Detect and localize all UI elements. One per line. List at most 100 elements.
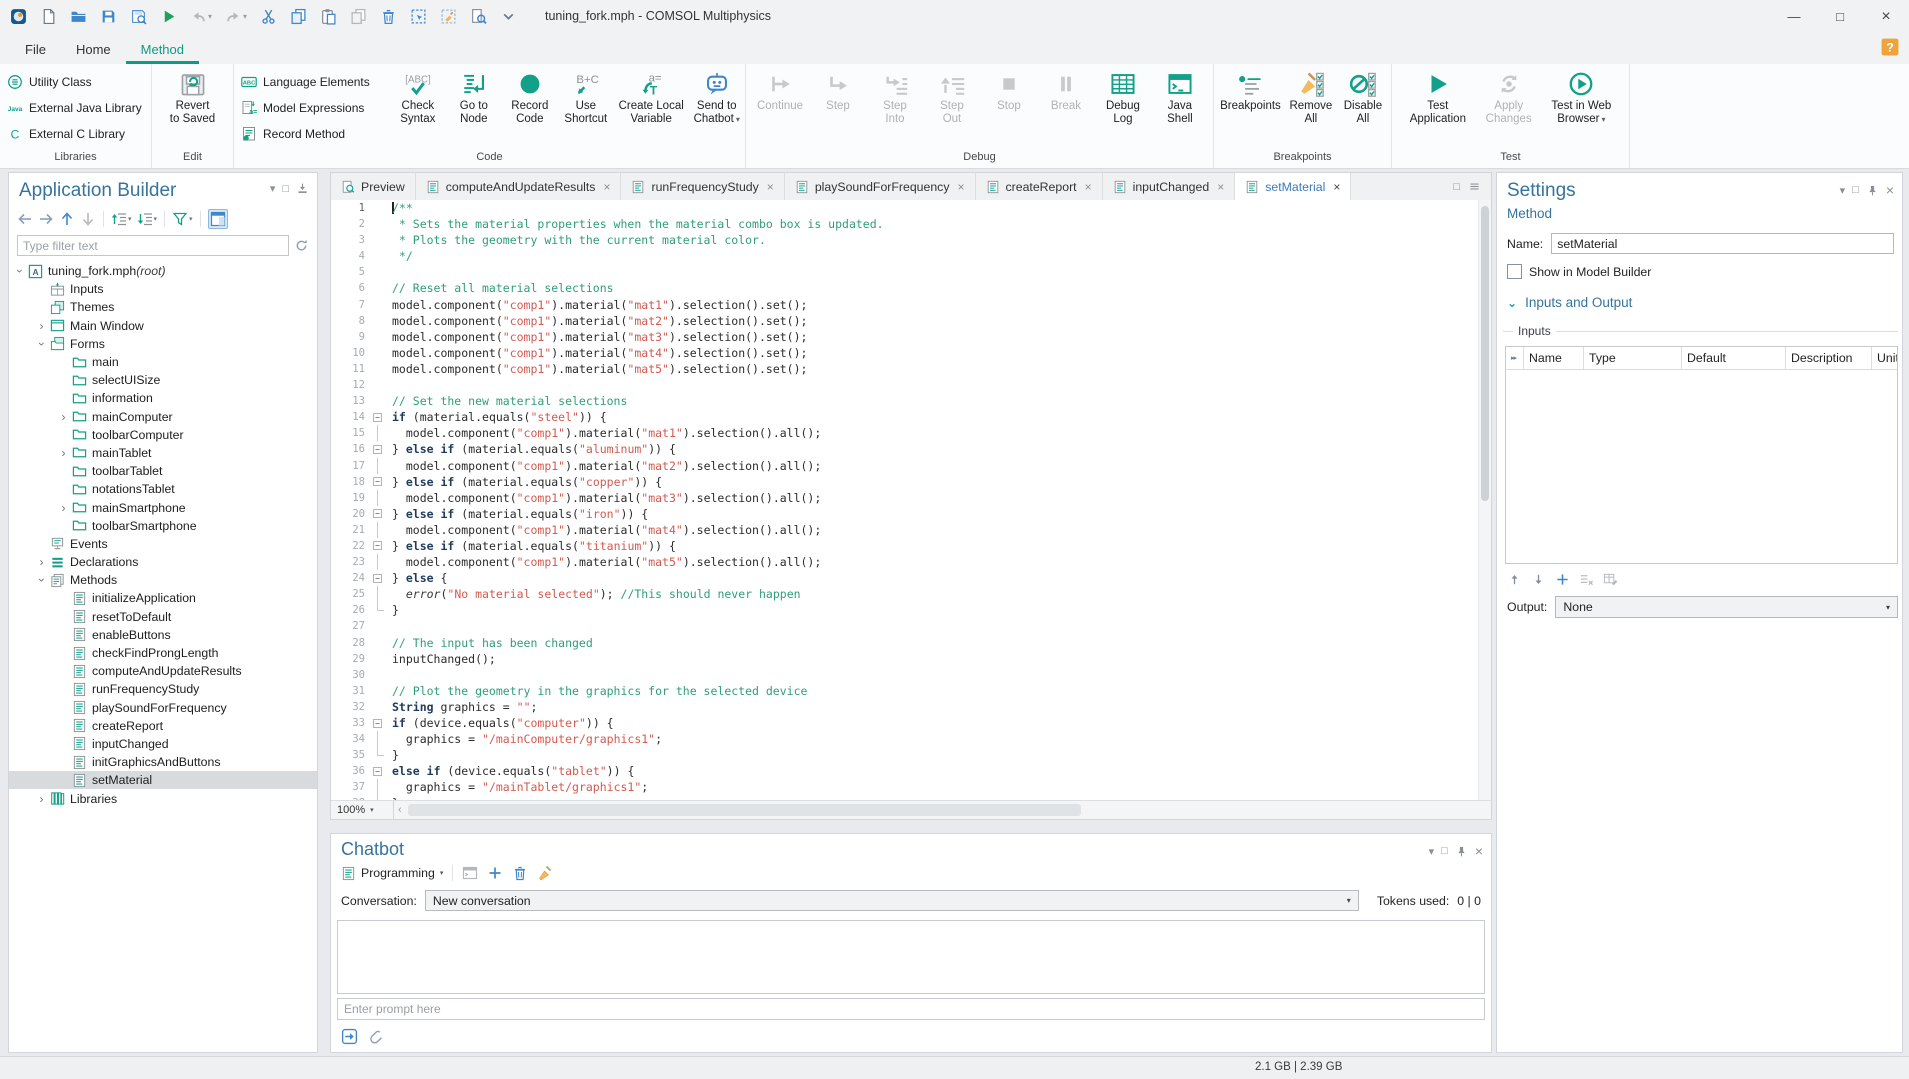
tree-item-main[interactable]: main: [9, 353, 317, 371]
tree-item-setMaterial[interactable]: setMaterial: [9, 771, 317, 789]
prompt-input[interactable]: [337, 998, 1485, 1020]
disable-all-button[interactable]: DisableAll: [1337, 66, 1389, 151]
fold-toggle-icon[interactable]: −: [373, 477, 382, 486]
conversation-select[interactable]: New conversation ▾: [425, 890, 1359, 911]
tree-item-toolbarSmartphone[interactable]: toolbarSmartphone: [9, 517, 317, 535]
fold-column[interactable]: −: [370, 506, 386, 522]
zoom-select[interactable]: 100%▾: [331, 801, 394, 819]
expand-arrow-icon[interactable]: ›: [35, 319, 48, 333]
collapse-arrow-icon[interactable]: ›: [35, 337, 48, 351]
move-down-button[interactable]: [80, 211, 96, 227]
test-application-button[interactable]: TestApplication: [1406, 66, 1470, 151]
filter-input[interactable]: [17, 235, 289, 256]
tree-item-Forms[interactable]: ›Forms: [9, 335, 317, 353]
save-view-button[interactable]: [128, 5, 149, 29]
add-input-button[interactable]: [1555, 572, 1570, 587]
external-java-library-button[interactable]: JavaExternal Java Library: [2, 95, 150, 120]
copy-button[interactable]: [288, 5, 309, 29]
tree-item-Inputs[interactable]: Inputs: [9, 280, 317, 298]
create-local-variable-button[interactable]: a=TCreate LocalVariable: [616, 66, 687, 151]
expand-all-button[interactable]: ▾: [111, 211, 132, 227]
open-folder-button[interactable]: [68, 5, 89, 29]
ribbon-tab-home[interactable]: Home: [61, 36, 126, 64]
external-c-library-button[interactable]: CExternal C Library: [2, 121, 150, 146]
use-shortcut-button[interactable]: B+CUseShortcut: [560, 66, 612, 151]
chevron-down-button[interactable]: [498, 5, 519, 29]
editor-tab-createReport[interactable]: createReport×: [976, 173, 1103, 200]
fold-toggle-icon[interactable]: −: [373, 445, 382, 454]
chevron-down-icon[interactable]: ▾: [270, 182, 276, 195]
float-icon[interactable]: □: [1441, 845, 1448, 857]
test-in-web-browser-button[interactable]: Test in WebBrowser▾: [1547, 66, 1615, 151]
menu-icon[interactable]: [1468, 180, 1481, 193]
revert-to-saved-button[interactable]: Revertto Saved: [166, 66, 219, 151]
float-icon[interactable]: □: [282, 183, 289, 195]
delete-button[interactable]: [378, 5, 399, 29]
language-elements-button[interactable]: ABCLanguage Elements: [236, 69, 388, 94]
dock-icon[interactable]: [296, 182, 309, 195]
duplicate-button[interactable]: [348, 5, 369, 29]
fold-column[interactable]: −: [370, 538, 386, 554]
tree-item-checkFindProngLength[interactable]: checkFindProngLength: [9, 644, 317, 662]
delete-button[interactable]: [512, 865, 528, 881]
chatbot-mode-select[interactable]: Programming ▾: [341, 866, 443, 881]
chevron-down-icon[interactable]: ▾: [1840, 184, 1846, 197]
scrollbar-thumb[interactable]: [1481, 206, 1489, 501]
show-in-model-builder-checkbox[interactable]: [1507, 264, 1522, 279]
pin-icon[interactable]: [1866, 184, 1879, 197]
nav-back-button[interactable]: [17, 211, 33, 227]
maximize-button[interactable]: □: [1817, 0, 1863, 33]
undo-button[interactable]: ▾: [188, 5, 214, 29]
horizontal-scrollbar[interactable]: [406, 801, 1491, 819]
remove-all-button[interactable]: RemoveAll: [1285, 66, 1337, 151]
close-tab-icon[interactable]: ×: [1333, 180, 1340, 194]
expand-arrow-icon[interactable]: ›: [57, 410, 70, 424]
tree-item-selectUISize[interactable]: selectUISize: [9, 371, 317, 389]
new-file-button[interactable]: [38, 5, 59, 29]
tree-item-playSoundForFrequency[interactable]: playSoundForFrequency: [9, 699, 317, 717]
fold-column[interactable]: −: [370, 570, 386, 586]
send-to-chatbot-button[interactable]: Send toChatbot▾: [691, 66, 743, 151]
redo-button[interactable]: ▾: [223, 5, 249, 29]
tree-item-information[interactable]: information: [9, 389, 317, 407]
tree-item-Libraries[interactable]: ›Libraries: [9, 789, 317, 807]
clear-frame-button[interactable]: [438, 5, 459, 29]
expand-arrow-icon[interactable]: ›: [57, 501, 70, 515]
expand-arrow-icon[interactable]: ›: [35, 555, 48, 569]
tree-item-enableButtons[interactable]: enableButtons: [9, 626, 317, 644]
fold-toggle-icon[interactable]: −: [373, 574, 382, 583]
output-select[interactable]: None ▾: [1555, 596, 1898, 618]
fold-column[interactable]: −: [370, 474, 386, 490]
collapse-arrow-icon[interactable]: ›: [13, 264, 26, 278]
tree-item-initializeApplication[interactable]: initializeApplication: [9, 589, 317, 607]
scroll-left-icon[interactable]: ‹: [394, 804, 406, 816]
tree-item-computeAndUpdateResults[interactable]: computeAndUpdateResults: [9, 662, 317, 680]
editor-tab-setMaterial[interactable]: setMaterial×: [1235, 173, 1351, 200]
refresh-icon[interactable]: [294, 238, 309, 253]
name-input[interactable]: [1551, 233, 1894, 254]
close-tab-icon[interactable]: ×: [957, 180, 964, 194]
tree-item-Declarations[interactable]: ›Declarations: [9, 553, 317, 571]
tree-item-toolbarTablet[interactable]: toolbarTablet: [9, 462, 317, 480]
toggle-editor-window-button[interactable]: [208, 209, 228, 229]
cut-button[interactable]: [258, 5, 279, 29]
debug-log-button[interactable]: DebugLog: [1097, 66, 1149, 151]
find-button[interactable]: [468, 5, 489, 29]
model-expressions-button[interactable]: a=Model Expressions: [236, 95, 388, 120]
fold-toggle-icon[interactable]: −: [373, 509, 382, 518]
collapse-all-button[interactable]: ▾: [137, 211, 158, 227]
paste-button[interactable]: [318, 5, 339, 29]
collapse-arrow-icon[interactable]: ›: [35, 573, 48, 587]
tree-item-resetToDefault[interactable]: resetToDefault: [9, 608, 317, 626]
tree-item-Methods[interactable]: ›Methods: [9, 571, 317, 589]
tree-item-Main Window[interactable]: ›Main Window: [9, 317, 317, 335]
close-tab-icon[interactable]: ×: [603, 180, 610, 194]
broom-button[interactable]: [537, 865, 553, 881]
move-up-button[interactable]: [59, 211, 75, 227]
app-logo-button[interactable]: [8, 5, 29, 29]
close-tab-icon[interactable]: ×: [1085, 180, 1092, 194]
tree-item-createReport[interactable]: createReport: [9, 717, 317, 735]
pin-icon[interactable]: [1455, 845, 1468, 858]
inputs-and-output-section-header[interactable]: ⌄ Inputs and Output: [1497, 279, 1902, 310]
fold-column[interactable]: −: [370, 409, 386, 425]
